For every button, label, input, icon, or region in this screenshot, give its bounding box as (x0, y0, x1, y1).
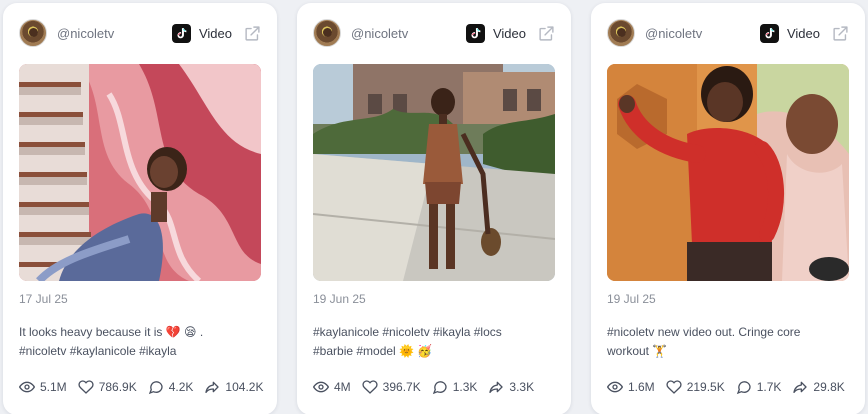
tiktok-icon (465, 23, 485, 43)
comment-icon (148, 381, 163, 395)
views-stat: 1.6M (607, 379, 655, 395)
comments-stat: 4.2K (148, 379, 194, 395)
post-card[interactable]: @nicoletv Video (3, 3, 277, 414)
caption-hashtags: #nicoletv #kaylanicole #ikayla (19, 344, 177, 358)
video-thumbnail[interactable] (313, 64, 555, 281)
external-link-icon[interactable] (244, 25, 261, 42)
external-link-icon[interactable] (832, 25, 849, 42)
platform-link[interactable]: Video (465, 22, 555, 44)
eye-icon (607, 381, 623, 393)
video-thumbnail[interactable] (607, 64, 849, 281)
comment-icon (432, 381, 447, 395)
caption-line: It looks heavy because it is 💔 😪 . (19, 325, 204, 339)
heart-icon (78, 380, 94, 394)
avatar[interactable] (313, 19, 341, 47)
shares-stat: 104.2K (204, 379, 263, 395)
shares-stat: 3.3K (488, 379, 534, 395)
caption-line: workout 🏋️ (607, 344, 668, 358)
eye-icon (19, 381, 35, 393)
tiktok-icon (759, 23, 779, 43)
username[interactable]: @nicoletv (645, 26, 702, 41)
post-date: 17 Jul 25 (19, 292, 68, 306)
post-caption: #nicoletv new video out. Cringe core wor… (607, 323, 849, 361)
thumbnail-image (19, 64, 261, 281)
comments-count: 4.2K (168, 380, 194, 394)
post-card[interactable]: @nicoletv Video 19 Jul 25 #nicoletv new … (591, 3, 865, 414)
comments-stat: 1.7K (736, 379, 782, 395)
likes-stat: 219.5K (666, 379, 725, 395)
tiktok-icon (171, 23, 191, 43)
views-count: 1.6M (628, 380, 655, 394)
stats-row: 5.1M 786.9K 4.2K 104.2K (19, 378, 267, 396)
views-stat: 4M (313, 379, 351, 395)
caption-hashtags: #barbie #model 🌞 🥳 (313, 344, 433, 358)
platform-label: Video (198, 25, 232, 41)
comments-count: 1.3K (452, 380, 478, 394)
caption-hashtags: #kaylanicole #nicoletv #ikayla #locs (313, 325, 502, 339)
shares-stat: 29.8K (792, 379, 845, 395)
share-icon (793, 381, 808, 393)
external-link-icon[interactable] (538, 25, 555, 42)
thumbnail-image (313, 64, 555, 281)
platform-link[interactable]: Video (171, 22, 261, 44)
platform-label: Video (492, 25, 526, 41)
views-count: 5.1M (40, 380, 67, 394)
card-header: @nicoletv Video (313, 19, 555, 49)
views-stat: 5.1M (19, 379, 67, 395)
card-header: @nicoletv Video (19, 19, 261, 49)
comments-count: 1.7K (756, 380, 782, 394)
platform-link[interactable]: Video (759, 22, 849, 44)
username[interactable]: @nicoletv (57, 26, 114, 41)
share-icon (489, 381, 504, 393)
comments-stat: 1.3K (432, 379, 478, 395)
stats-row: 4M 396.7K 1.3K 3.3K (313, 378, 561, 396)
comment-icon (736, 381, 751, 395)
card-header: @nicoletv Video (607, 19, 849, 49)
thumbnail-image (607, 64, 849, 281)
shares-count: 3.3K (509, 380, 535, 394)
avatar[interactable] (19, 19, 47, 47)
post-caption: It looks heavy because it is 💔 😪 . #nico… (19, 323, 261, 361)
post-card[interactable]: @nicoletv Video (297, 3, 571, 414)
avatar[interactable] (607, 19, 635, 47)
likes-count: 219.5K (686, 380, 725, 394)
username[interactable]: @nicoletv (351, 26, 408, 41)
stats-row: 1.6M 219.5K 1.7K 29.8K (607, 378, 855, 396)
share-icon (205, 381, 220, 393)
caption-line: #nicoletv new video out. Cringe core (607, 325, 801, 339)
likes-count: 396.7K (382, 380, 421, 394)
shares-count: 29.8K (813, 380, 845, 394)
heart-icon (362, 380, 378, 394)
likes-count: 786.9K (98, 380, 137, 394)
eye-icon (313, 381, 329, 393)
platform-label: Video (786, 25, 820, 41)
post-caption: #kaylanicole #nicoletv #ikayla #locs #ba… (313, 323, 555, 361)
likes-stat: 396.7K (362, 379, 421, 395)
heart-icon (666, 380, 682, 394)
shares-count: 104.2K (225, 380, 264, 394)
post-date: 19 Jun 25 (313, 292, 366, 306)
video-thumbnail[interactable] (19, 64, 261, 281)
likes-stat: 786.9K (78, 379, 137, 395)
views-count: 4M (334, 380, 351, 394)
post-date: 19 Jul 25 (607, 292, 656, 306)
